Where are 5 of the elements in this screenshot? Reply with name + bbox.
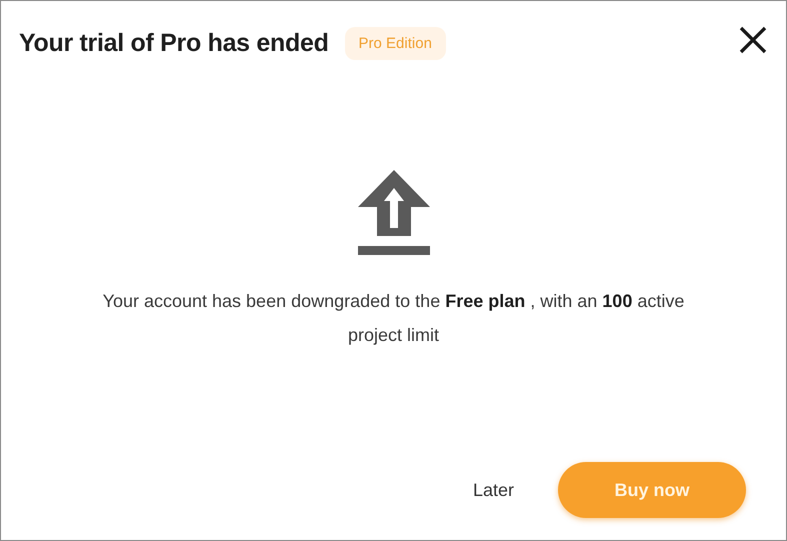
edition-badge: Pro Edition [344, 27, 446, 60]
dialog-title: Your trial of Pro has ended [19, 29, 329, 58]
upload-icon [356, 168, 432, 256]
later-button[interactable]: Later [468, 476, 518, 504]
downgrade-message: Your account has been downgraded to the Free plan , with an 100 active project limit [102, 290, 686, 347]
